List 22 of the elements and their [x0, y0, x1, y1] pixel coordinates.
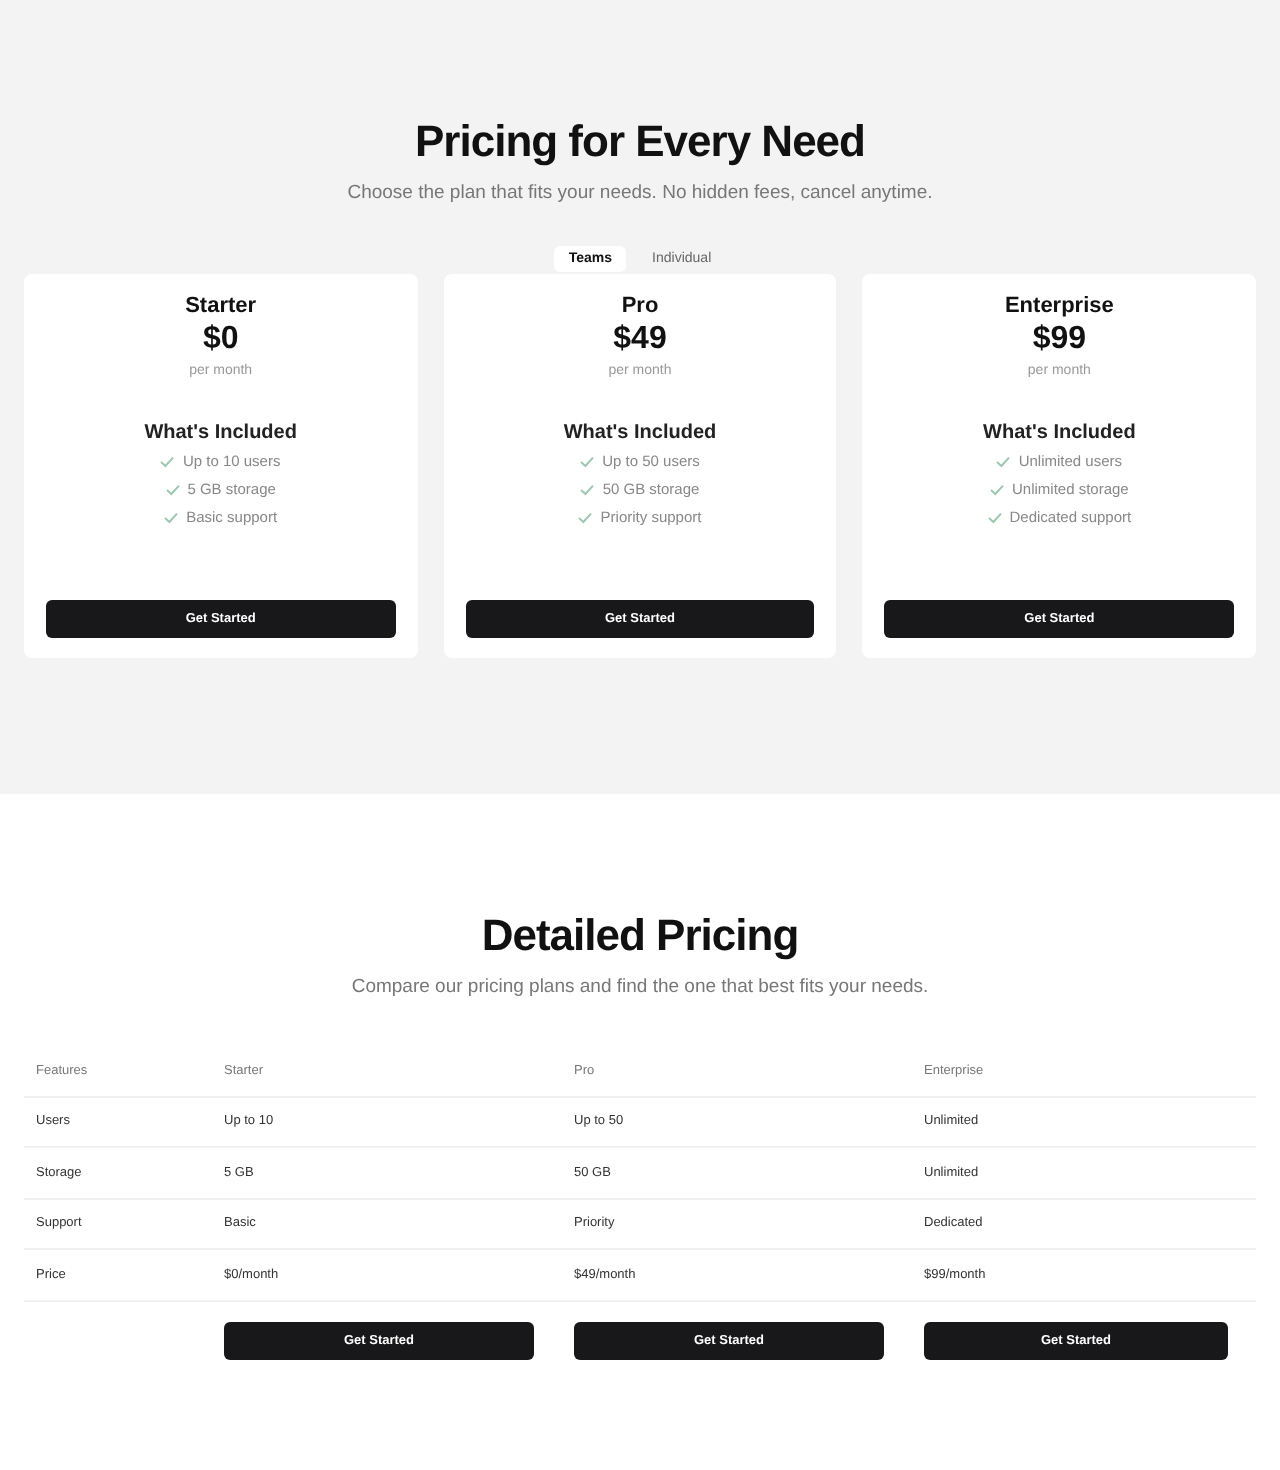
- check-icon: [580, 455, 595, 467]
- page-title: Pricing for Every Need: [415, 114, 865, 170]
- check-icon: [989, 483, 1004, 495]
- check-icon: [164, 511, 179, 523]
- section-subtitle: Compare our pricing plans and find the one that best fits your needs.: [351, 976, 929, 1000]
- check-icon: [578, 511, 593, 523]
- plan-price: $0: [202, 320, 239, 360]
- check-icon: [996, 455, 1011, 467]
- plan-price: $49: [613, 320, 667, 360]
- check-icon: [165, 483, 180, 495]
- plan-name: Enterprise: [1004, 292, 1114, 320]
- check-icon: [580, 483, 595, 495]
- included-heading: What's Included: [144, 422, 297, 444]
- included-heading: What's Included: [983, 422, 1136, 444]
- check-icon: [160, 455, 175, 467]
- plan-name: Starter: [185, 292, 257, 320]
- section-title: Detailed Pricing: [481, 908, 799, 964]
- plan-price: $99: [1032, 320, 1087, 360]
- included-heading: What's Included: [563, 422, 717, 444]
- plan-name: Pro: [621, 292, 659, 320]
- check-icon: [987, 511, 1002, 523]
- page-subtitle: Choose the plan that fits your needs. No hidden fees, cancel anytime.: [347, 182, 933, 206]
